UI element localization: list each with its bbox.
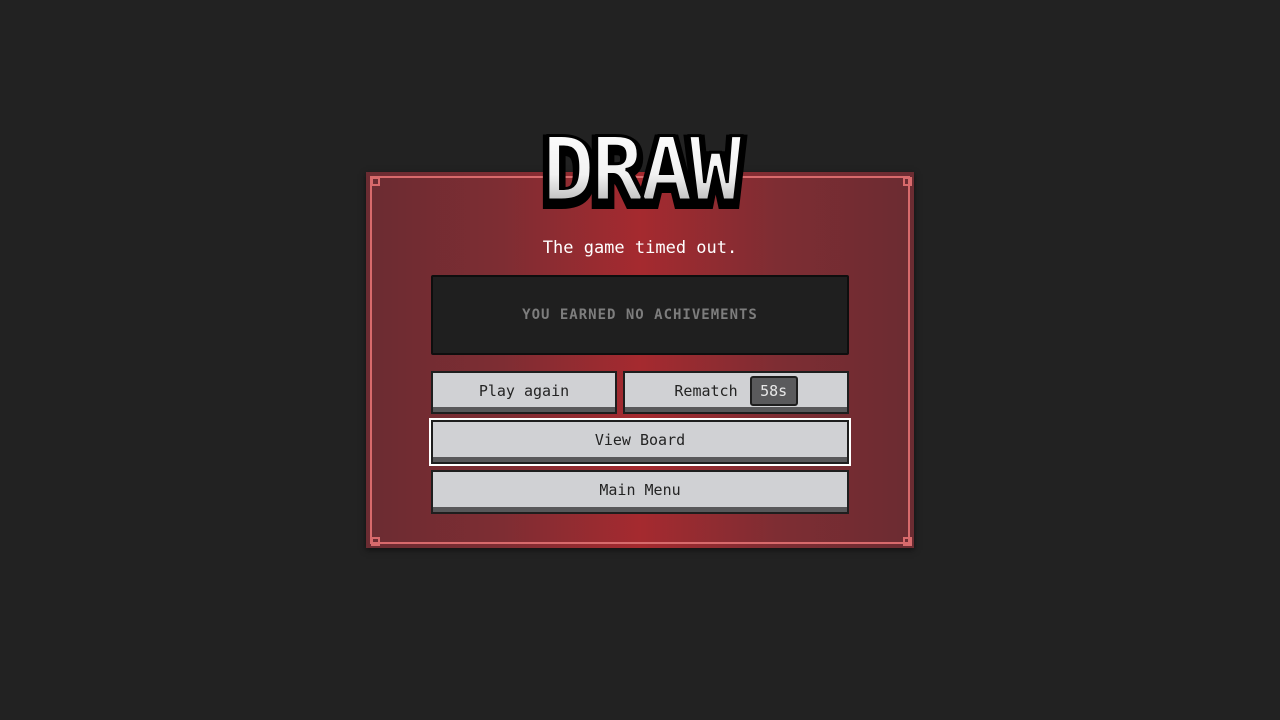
play-again-label: Play again <box>478 381 570 400</box>
main-menu-button[interactable]: Main Menu <box>431 470 849 514</box>
game-over-screen: DRAW DRAW The game timed out. YOU EARNED… <box>0 0 1280 720</box>
view-board-button[interactable]: View Board <box>429 418 851 466</box>
play-again-button[interactable]: Play again <box>431 371 617 414</box>
achievements-box: YOU EARNED NO ACHIVEMENTS <box>431 275 849 355</box>
result-title: DRAW DRAW <box>510 130 770 220</box>
corner-ornament-icon <box>368 534 380 546</box>
result-subtitle: The game timed out. <box>542 238 738 258</box>
main-menu-label: Main Menu <box>599 481 681 499</box>
corner-ornament-icon <box>368 174 380 186</box>
rematch-button[interactable]: Rematch 58s <box>623 371 849 414</box>
rematch-timer-badge: 58s <box>749 375 798 406</box>
title-text: DRAW <box>542 130 742 220</box>
corner-ornament-icon <box>900 174 912 186</box>
view-board-label: View Board <box>594 431 686 449</box>
achievements-text: YOU EARNED NO ACHIVEMENTS <box>522 307 758 323</box>
rematch-label: Rematch <box>674 381 738 400</box>
result-title-logo: DRAW DRAW <box>537 130 751 220</box>
corner-ornament-icon <box>900 534 912 546</box>
